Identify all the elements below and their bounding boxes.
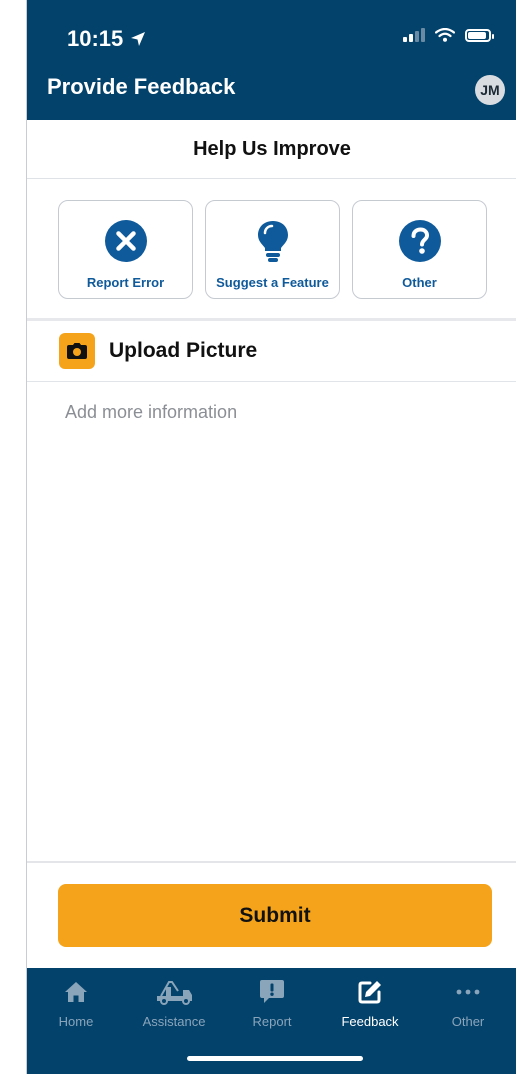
- upload-picture-label: Upload Picture: [109, 339, 258, 362]
- lightbulb-icon: [251, 219, 295, 263]
- home-icon: [64, 978, 88, 1006]
- status-icons: [403, 28, 494, 42]
- time-text: 10:15: [67, 26, 124, 51]
- tab-feedback[interactable]: Feedback: [321, 978, 419, 1029]
- tow-truck-icon: [155, 978, 193, 1006]
- tab-report[interactable]: Report: [223, 978, 321, 1029]
- camera-icon: [59, 333, 95, 369]
- suggest-feature-card[interactable]: Suggest a Feature: [205, 200, 340, 299]
- section-title: Help Us Improve: [27, 120, 516, 179]
- tab-report-label: Report: [252, 1014, 292, 1029]
- other-card[interactable]: Other: [352, 200, 487, 299]
- tab-other-label: Other: [451, 1014, 485, 1029]
- app-frame: 10:15 Provide Feedback JM Help Us Improv…: [26, 0, 516, 1074]
- exclamation-bubble-icon: [259, 978, 285, 1006]
- edit-icon: [357, 978, 383, 1006]
- home-indicator: [187, 1056, 363, 1061]
- upload-picture-button[interactable]: Upload Picture: [27, 321, 516, 382]
- tab-assistance-label: Assistance: [142, 1014, 206, 1029]
- tab-other[interactable]: Other: [419, 978, 516, 1029]
- page-title: Provide Feedback: [47, 74, 236, 99]
- more-icon: [455, 978, 481, 1006]
- tab-home-label: Home: [58, 1014, 94, 1029]
- top-bar: 10:15 Provide Feedback JM: [27, 0, 516, 120]
- location-arrow-icon: [131, 32, 146, 46]
- more-information-field[interactable]: [57, 398, 503, 866]
- x-circle-icon: [104, 219, 148, 263]
- tab-feedback-label: Feedback: [341, 1014, 399, 1029]
- battery-icon: [465, 28, 494, 42]
- other-label: Other: [402, 275, 437, 290]
- submit-button[interactable]: Submit: [58, 884, 492, 947]
- suggest-feature-label: Suggest a Feature: [216, 275, 329, 290]
- wifi-icon: [435, 28, 455, 42]
- feedback-category-list: Report Error Suggest a Feature Other: [58, 200, 487, 299]
- question-circle-icon: [398, 219, 442, 263]
- cellular-signal-icon: [403, 28, 425, 42]
- bottom-divider: [27, 861, 516, 863]
- tab-assistance[interactable]: Assistance: [125, 978, 223, 1029]
- report-error-label: Report Error: [86, 275, 165, 290]
- status-time: 10:15: [67, 26, 147, 52]
- avatar[interactable]: JM: [475, 75, 505, 105]
- tab-home[interactable]: Home: [27, 978, 125, 1029]
- report-error-card[interactable]: Report Error: [58, 200, 193, 299]
